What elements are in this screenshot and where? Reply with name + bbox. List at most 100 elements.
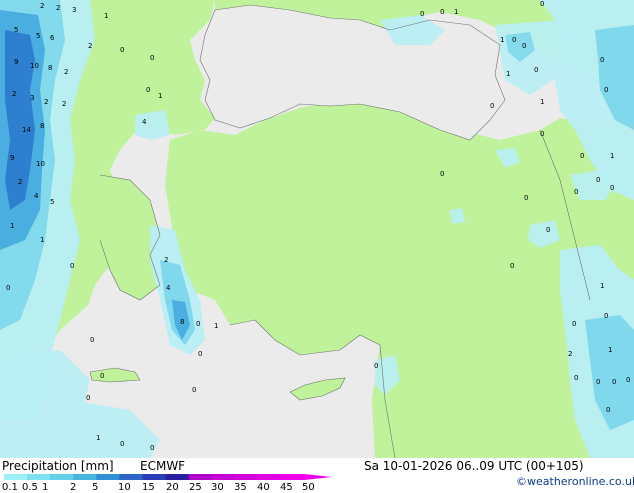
legend-label: 50 xyxy=(302,482,315,493)
svg-text:2: 2 xyxy=(64,68,68,76)
svg-text:4: 4 xyxy=(34,192,39,200)
svg-text:1: 1 xyxy=(40,236,44,244)
svg-text:2: 2 xyxy=(44,98,48,106)
svg-text:1: 1 xyxy=(500,36,504,44)
svg-text:0: 0 xyxy=(524,194,528,202)
legend-label: 40 xyxy=(257,482,270,493)
svg-text:1: 1 xyxy=(506,70,510,78)
svg-text:0: 0 xyxy=(596,176,600,184)
map-title: Precipitation [mm] xyxy=(2,459,114,473)
svg-text:1: 1 xyxy=(104,12,108,20)
svg-text:3: 3 xyxy=(30,94,34,102)
legend-label: 20 xyxy=(166,482,179,493)
svg-text:0: 0 xyxy=(580,152,584,160)
svg-text:9: 9 xyxy=(10,154,14,162)
svg-text:0: 0 xyxy=(574,188,578,196)
legend-swatch xyxy=(96,474,120,480)
svg-text:0: 0 xyxy=(100,372,104,380)
svg-text:2: 2 xyxy=(88,42,92,50)
svg-text:1: 1 xyxy=(540,98,544,106)
svg-text:5: 5 xyxy=(36,32,40,40)
svg-text:0: 0 xyxy=(606,406,610,414)
svg-text:2: 2 xyxy=(12,90,16,98)
legend-swatch xyxy=(119,474,143,480)
legend-label: 0.1 xyxy=(2,482,18,493)
legend-arrow xyxy=(304,474,332,480)
model-name: ECMWF xyxy=(140,459,186,473)
svg-text:1: 1 xyxy=(610,152,614,160)
legend-swatch xyxy=(165,474,190,480)
svg-text:2: 2 xyxy=(56,4,60,12)
svg-text:1: 1 xyxy=(96,434,100,442)
svg-text:1: 1 xyxy=(10,222,14,230)
svg-text:2: 2 xyxy=(18,178,22,186)
svg-text:0: 0 xyxy=(540,0,544,8)
svg-text:0: 0 xyxy=(626,376,630,384)
legend-swatch xyxy=(73,474,97,480)
svg-text:5: 5 xyxy=(14,26,18,34)
svg-text:0: 0 xyxy=(540,130,544,138)
legend-label: 45 xyxy=(280,482,293,493)
svg-text:8: 8 xyxy=(180,318,184,326)
legend-color-bar xyxy=(4,474,332,480)
svg-text:2: 2 xyxy=(62,100,66,108)
svg-text:0: 0 xyxy=(420,10,424,18)
svg-text:0: 0 xyxy=(512,36,516,44)
svg-text:0: 0 xyxy=(374,362,378,370)
svg-text:0: 0 xyxy=(440,170,444,178)
legend-swatch xyxy=(50,474,74,480)
svg-text:1: 1 xyxy=(608,346,612,354)
svg-text:0: 0 xyxy=(146,86,150,94)
svg-text:0: 0 xyxy=(490,102,494,110)
svg-text:0: 0 xyxy=(120,46,124,54)
credit-link[interactable]: ©weatheronline.co.uk xyxy=(516,475,634,488)
svg-text:2: 2 xyxy=(568,350,572,358)
legend-swatch xyxy=(27,474,51,480)
svg-text:0: 0 xyxy=(120,440,124,448)
svg-text:0: 0 xyxy=(612,378,616,386)
svg-text:0: 0 xyxy=(596,378,600,386)
svg-text:0: 0 xyxy=(192,386,196,394)
legend-label: 0.5 xyxy=(22,482,38,493)
svg-text:0: 0 xyxy=(6,284,10,292)
svg-text:0: 0 xyxy=(610,184,614,192)
svg-text:0: 0 xyxy=(574,374,578,382)
legend-label: 30 xyxy=(211,482,224,493)
svg-text:0: 0 xyxy=(600,56,604,64)
svg-text:8: 8 xyxy=(48,64,52,72)
legend-swatch xyxy=(4,474,28,480)
svg-text:0: 0 xyxy=(510,262,514,270)
svg-text:0: 0 xyxy=(150,54,154,62)
svg-text:0: 0 xyxy=(522,42,526,50)
legend-swatch xyxy=(280,474,305,480)
legend-label: 5 xyxy=(92,482,99,493)
svg-text:4: 4 xyxy=(142,118,147,126)
svg-text:3: 3 xyxy=(72,6,76,14)
svg-text:0: 0 xyxy=(86,394,90,402)
svg-text:0: 0 xyxy=(572,320,576,328)
svg-text:1: 1 xyxy=(214,322,218,330)
svg-text:0: 0 xyxy=(604,86,608,94)
svg-text:1: 1 xyxy=(600,282,604,290)
valid-time: Sa 10-01-2026 06..09 UTC (00+105) xyxy=(364,459,584,473)
svg-text:10: 10 xyxy=(30,62,39,70)
legend-swatch xyxy=(211,474,236,480)
svg-text:1: 1 xyxy=(454,8,458,16)
svg-text:0: 0 xyxy=(198,350,202,358)
svg-text:2: 2 xyxy=(40,2,44,10)
svg-text:0: 0 xyxy=(150,444,154,452)
legend-label: 2 xyxy=(70,482,77,493)
svg-text:10: 10 xyxy=(36,160,45,168)
svg-text:0: 0 xyxy=(196,320,200,328)
precipitation-map: 2 2 3 5 5 6 9 10 8 2 2 3 2 2 14 8 9 10 2… xyxy=(0,0,634,458)
svg-text:6: 6 xyxy=(50,34,55,42)
legend-label: 10 xyxy=(118,482,131,493)
svg-text:0: 0 xyxy=(90,336,94,344)
svg-text:4: 4 xyxy=(166,284,171,292)
legend-swatch xyxy=(257,474,282,480)
legend-swatch xyxy=(142,474,167,480)
legend-label: 1 xyxy=(42,482,49,493)
svg-text:0: 0 xyxy=(440,8,444,16)
svg-text:8: 8 xyxy=(40,122,44,130)
svg-text:0: 0 xyxy=(70,262,74,270)
